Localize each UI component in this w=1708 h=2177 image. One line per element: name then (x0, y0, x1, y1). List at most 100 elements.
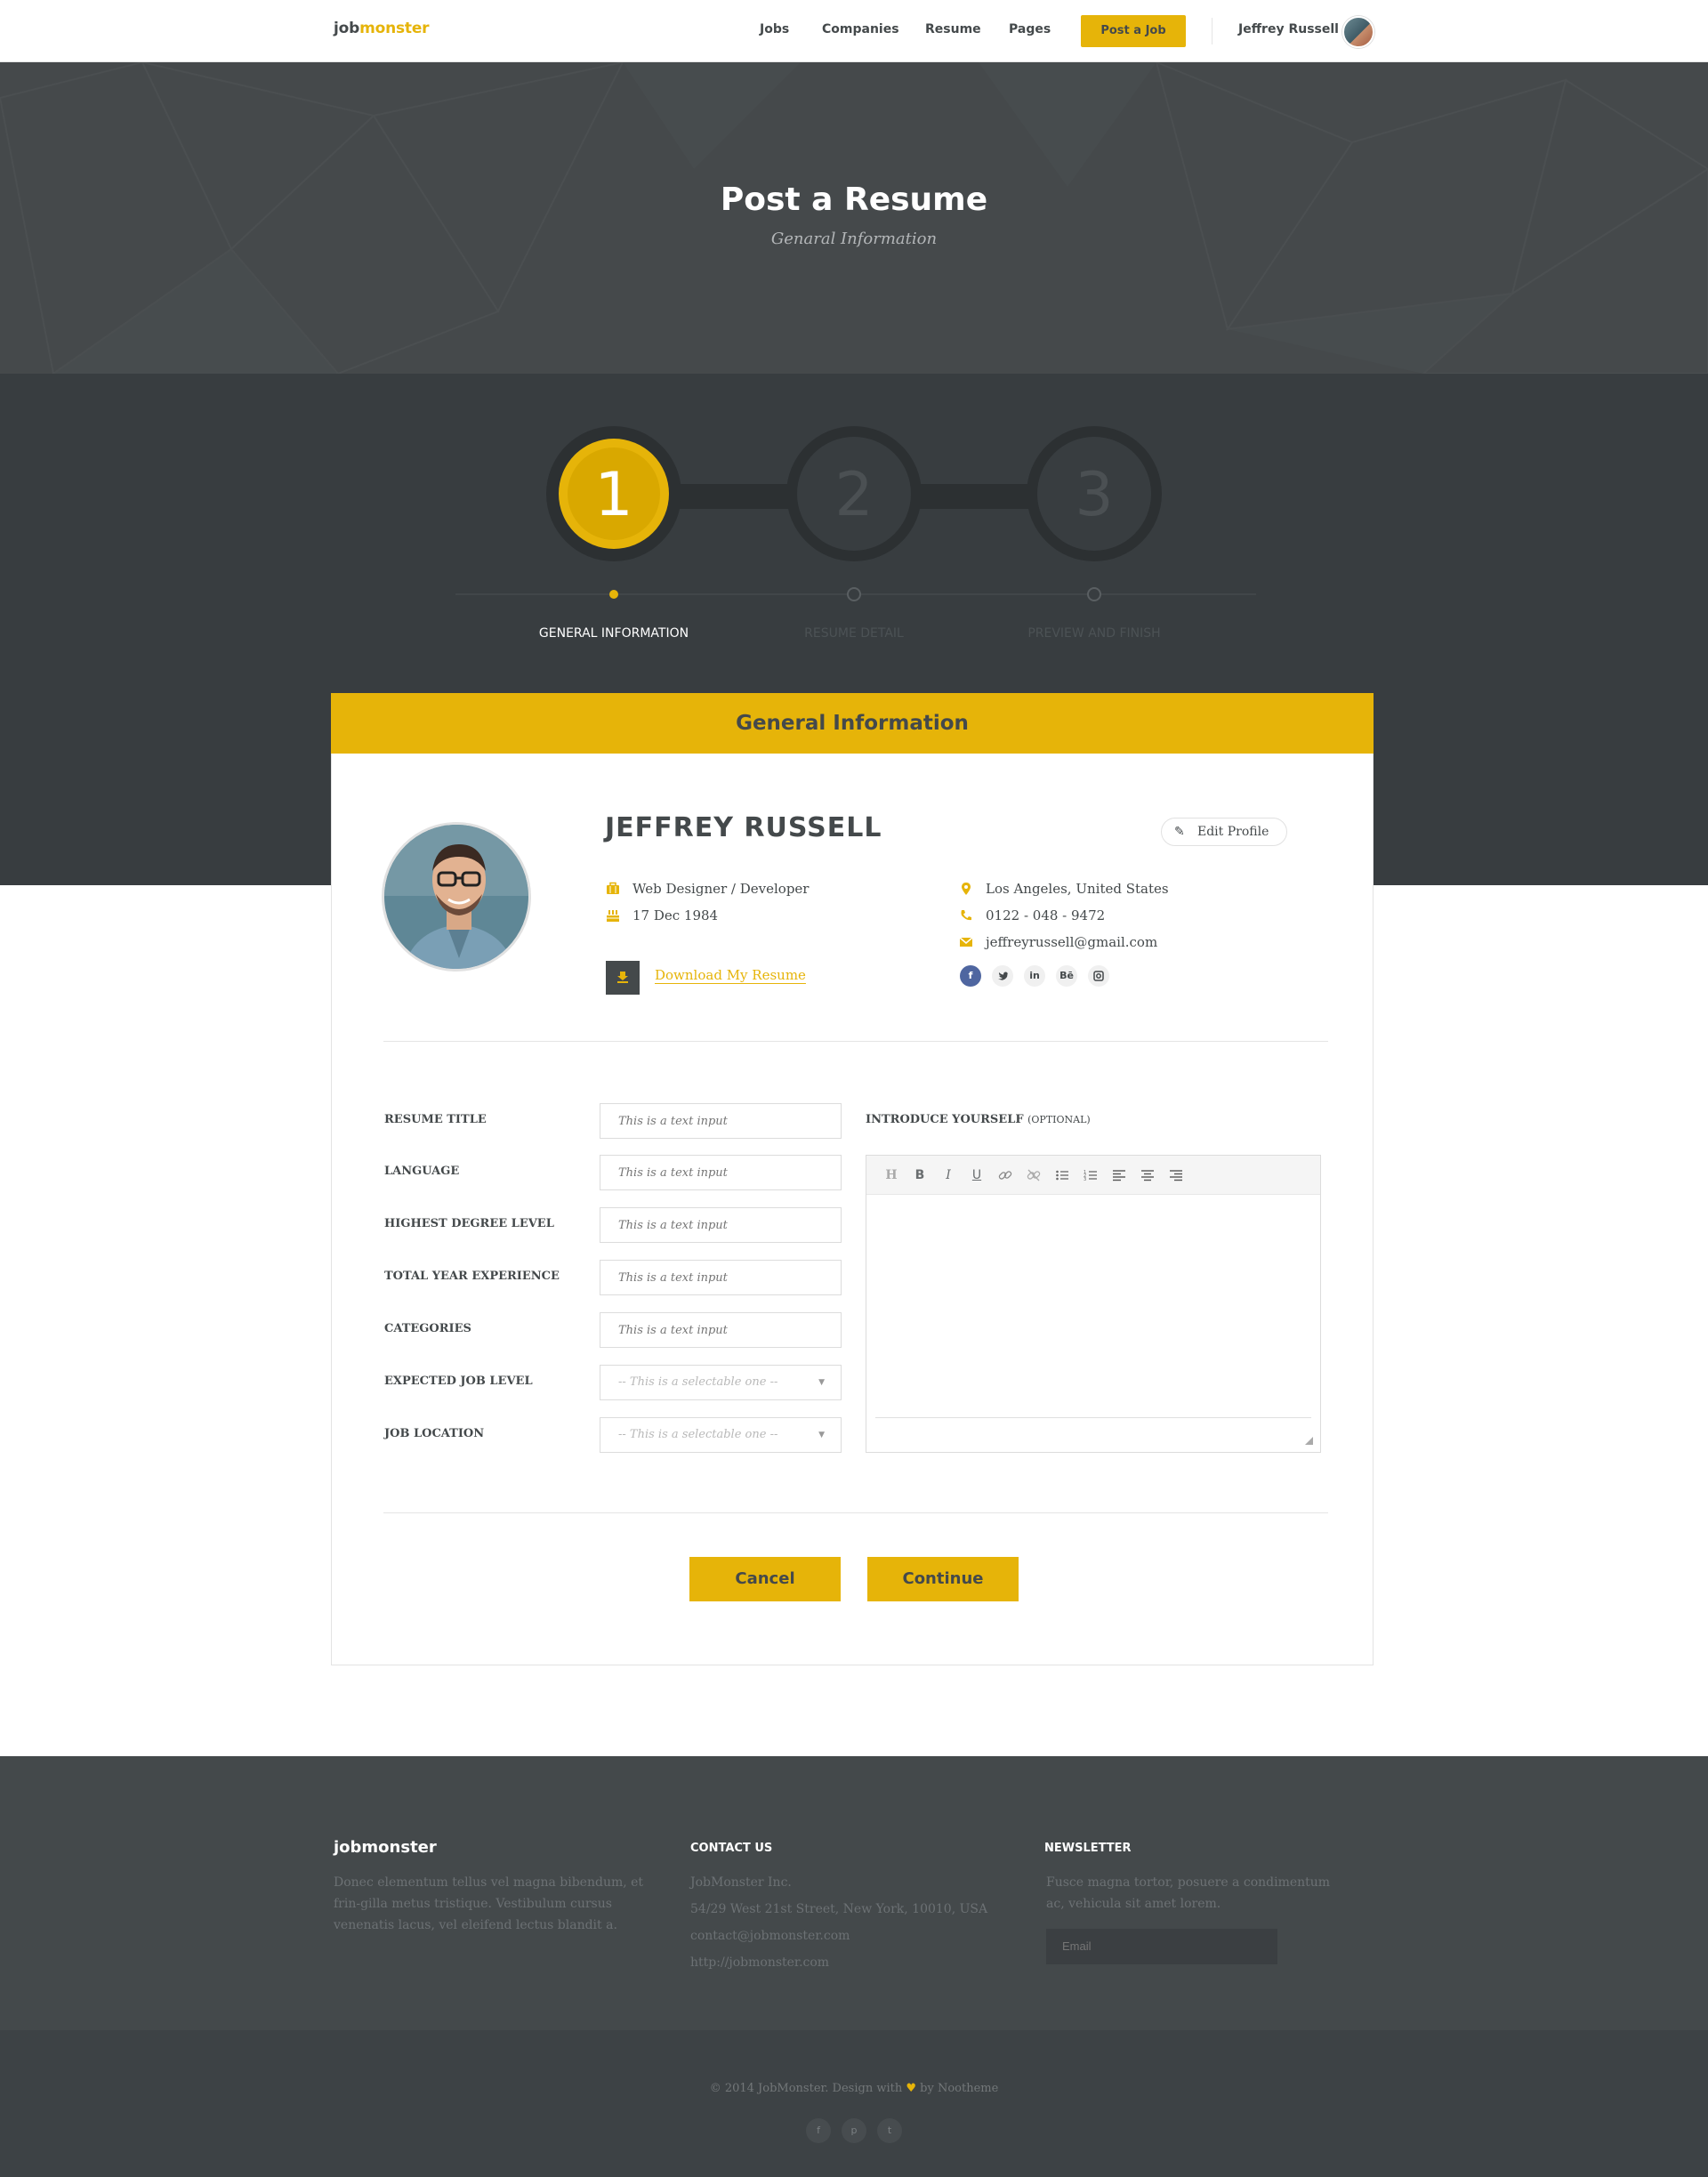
svg-text:3: 3 (1084, 1177, 1086, 1182)
job-level-label: Expected Job Level (384, 1375, 533, 1388)
intro-label-text: INTRODUCE YOURSELF (866, 1113, 1024, 1126)
degree-level-label: Highest Degree Level (384, 1217, 554, 1230)
chevron-down-icon: ▼ (818, 1378, 825, 1387)
experience-input[interactable] (600, 1260, 842, 1295)
nav-divider (1212, 18, 1213, 44)
facebook-icon[interactable]: f (960, 965, 981, 987)
copyright-text: © 2014 JobMonster. Design with (709, 2082, 903, 2095)
profile-photo (382, 822, 531, 972)
editor-content-area[interactable] (866, 1196, 1320, 1416)
cancel-button[interactable]: Cancel (689, 1557, 841, 1601)
align-right-icon[interactable] (1167, 1166, 1185, 1184)
page-subtitle: Genaral Information (770, 230, 938, 248)
newsletter-text: Fusce magna tortor, posuere a condimentu… (1046, 1875, 1331, 1911)
language-input[interactable] (600, 1155, 842, 1190)
align-left-icon[interactable] (1110, 1166, 1128, 1184)
resize-handle-icon[interactable] (1305, 1437, 1313, 1445)
step-1-label[interactable]: General Information (507, 626, 721, 641)
download-icon[interactable] (606, 961, 640, 995)
experience-label: Total Year Experience (384, 1270, 560, 1283)
linkedin-icon[interactable]: in (1024, 965, 1045, 987)
step-1-dot (609, 590, 618, 599)
profile-birthday-text: 17 Dec 1984 (632, 907, 719, 923)
divider-bottom (383, 1512, 1328, 1513)
job-level-select-value: -- This is a selectable one -- (618, 1375, 778, 1389)
profile-job-text: Web Designer / Developer (632, 881, 810, 897)
top-navbar: jobmonster Jobs Companies Resume Pages P… (0, 0, 1708, 62)
footer: jobmonster Donec elementum tellus vel ma… (0, 1756, 1708, 2030)
chevron-down-icon: ▼ (818, 1431, 825, 1439)
envelope-icon (959, 935, 973, 949)
page-title: Post a Resume (720, 181, 988, 218)
post-job-button[interactable]: Post a Job (1081, 15, 1186, 47)
newsletter-title: NEWSLETTER (1044, 1842, 1132, 1855)
resume-title-label: Resume Title (384, 1113, 487, 1126)
contact-email[interactable]: contact@jobmonster.com (690, 1925, 850, 1947)
step-3-label[interactable]: Preview and Finish (987, 626, 1201, 641)
footer-facebook-icon[interactable]: f (806, 2118, 831, 2143)
divider-top (383, 1041, 1328, 1042)
step-3-number[interactable]: 3 (1036, 456, 1152, 536)
nav-resume[interactable]: Resume (925, 22, 981, 36)
job-location-select[interactable]: -- This is a selectable one -- ▼ (600, 1417, 842, 1453)
hero-pattern (0, 62, 1708, 374)
align-center-icon[interactable] (1139, 1166, 1156, 1184)
profile-email-text[interactable]: jeffreyrussell@gmail.com (986, 934, 1157, 950)
step-2-label[interactable]: Resume Detail (747, 626, 961, 641)
contact-website[interactable]: http://jobmonster.com (690, 1952, 829, 1973)
copyright-author[interactable]: by Nootheme (920, 2082, 998, 2095)
logo[interactable]: jobmonster (334, 20, 430, 37)
step-1-number[interactable]: 1 (556, 456, 672, 536)
bold-icon[interactable]: B (911, 1166, 929, 1184)
profile-location-text: Los Angeles, United States (986, 881, 1169, 897)
phone-icon (959, 908, 973, 923)
user-name[interactable]: Jeffrey Russell (1238, 22, 1339, 36)
job-location-label: Job Location (384, 1427, 485, 1440)
nav-companies[interactable]: Companies (822, 22, 899, 36)
resume-title-input[interactable] (600, 1103, 842, 1139)
twitter-icon[interactable] (992, 965, 1013, 987)
edit-profile-button[interactable]: ✎ Edit Profile (1161, 818, 1287, 846)
copyright: © 2014 JobMonster. Design with ♥ by Noot… (0, 2082, 1708, 2095)
logo-text: job (334, 20, 360, 37)
editor-status-line (875, 1417, 1311, 1418)
map-marker-icon (959, 882, 973, 896)
degree-level-input[interactable] (600, 1207, 842, 1243)
continue-button[interactable]: Continue (867, 1557, 1019, 1601)
contact-title: CONTACT US (690, 1842, 773, 1855)
step-2-dot (847, 587, 861, 601)
italic-icon[interactable]: I (939, 1166, 957, 1184)
hero-banner: Post a Resume Genaral Information (0, 62, 1708, 374)
contact-company: JobMonster Inc. (690, 1875, 792, 1890)
behance-icon[interactable]: Bē (1056, 965, 1077, 987)
footer-logo[interactable]: jobmonster (334, 1838, 437, 1857)
job-level-select[interactable]: -- This is a selectable one -- ▼ (600, 1365, 842, 1400)
download-resume-link[interactable]: Download My Resume (655, 967, 806, 983)
heading-icon[interactable]: H (882, 1166, 900, 1184)
bullet-list-icon[interactable] (1053, 1166, 1071, 1184)
editor-toolbar: H B I U 123 (866, 1156, 1320, 1195)
heart-icon: ♥ (906, 2082, 917, 2095)
categories-input[interactable] (600, 1312, 842, 1348)
numbered-list-icon[interactable]: 123 (1082, 1166, 1100, 1184)
nav-pages[interactable]: Pages (1009, 22, 1051, 36)
footer-twitter-icon[interactable]: t (877, 2118, 902, 2143)
footer-pinterest-icon[interactable]: p (842, 2118, 866, 2143)
user-avatar[interactable] (1342, 16, 1374, 48)
footer-bottom-bar: © 2014 JobMonster. Design with ♥ by Noot… (0, 2030, 1708, 2177)
job-location-select-value: -- This is a selectable one -- (618, 1428, 778, 1441)
instagram-icon[interactable] (1088, 965, 1109, 987)
profile-name: JEFFREY RUSSELL (605, 812, 882, 843)
step-2-number[interactable]: 2 (796, 456, 912, 536)
profile-phone-text: 0122 - 048 - 9472 (986, 907, 1106, 923)
contact-address: 54/29 West 21st Street, New York, 10010,… (690, 1902, 988, 1916)
link-icon[interactable] (996, 1166, 1014, 1184)
rich-text-editor: H B I U 123 (866, 1155, 1321, 1453)
pencil-icon: ✎ (1174, 825, 1185, 839)
nav-jobs[interactable]: Jobs (760, 22, 789, 36)
edit-profile-label: Edit Profile (1197, 825, 1269, 839)
underline-icon[interactable]: U (968, 1166, 986, 1184)
unlink-icon[interactable] (1025, 1166, 1043, 1184)
newsletter-email-input[interactable] (1046, 1929, 1277, 1964)
resume-form-card: General Information JEFFREY RUSSELL ✎ Ed… (331, 693, 1374, 1665)
